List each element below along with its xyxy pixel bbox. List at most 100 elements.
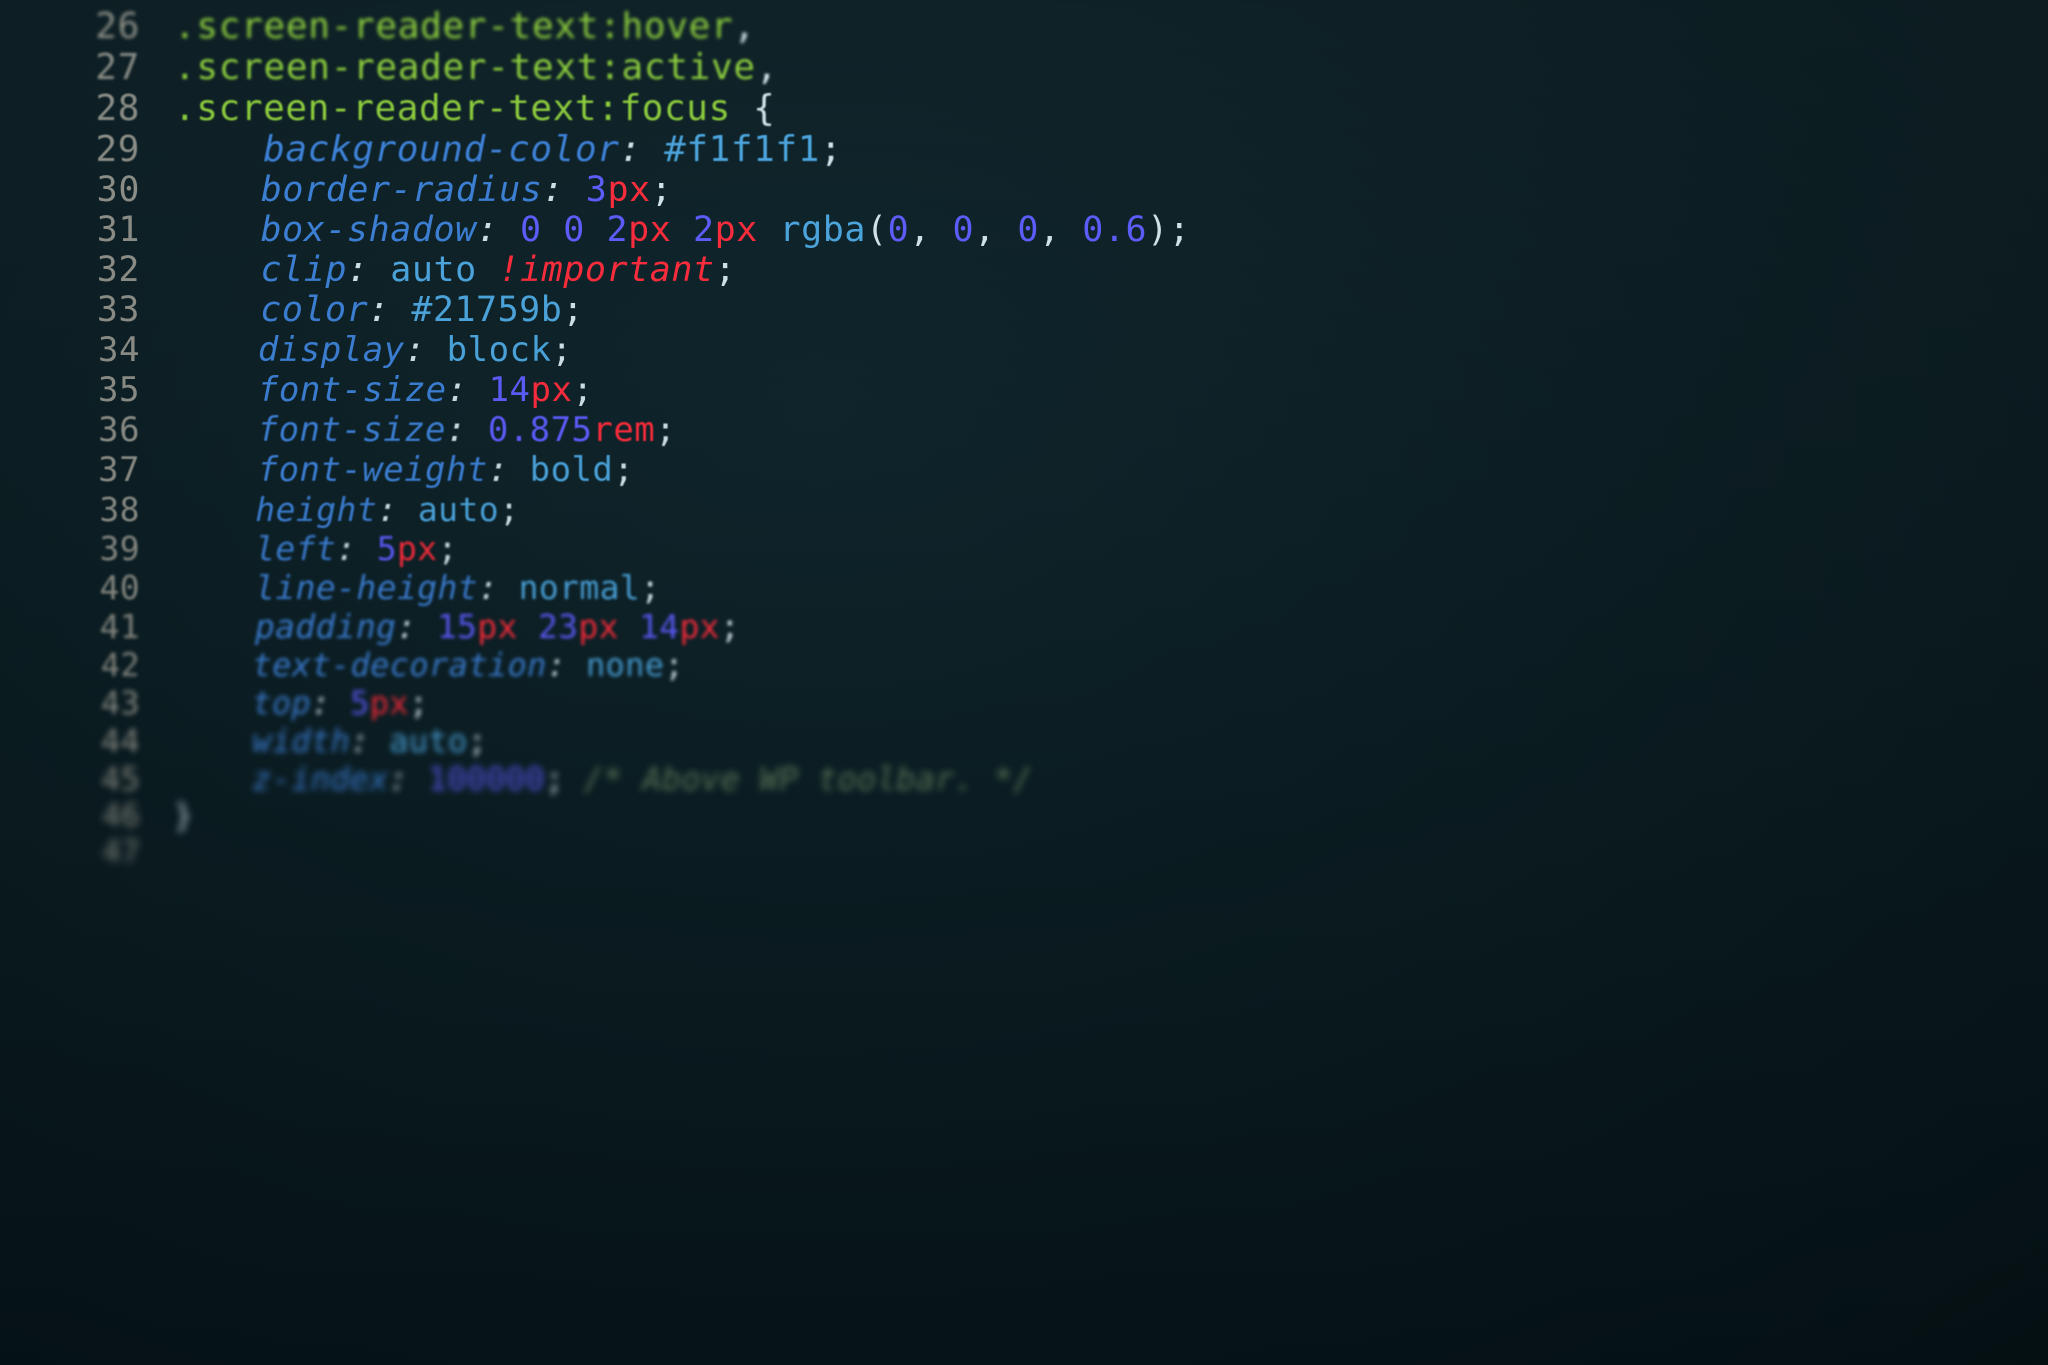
token-unit: px bbox=[477, 607, 517, 646]
line-number: 27 bbox=[0, 47, 174, 88]
token-num: 15 bbox=[437, 607, 477, 646]
token-val: bold bbox=[530, 450, 614, 490]
line-number: 38 bbox=[0, 490, 174, 529]
code-line[interactable]: 39 left: 5px; bbox=[0, 529, 2048, 568]
line-number: 37 bbox=[0, 450, 174, 490]
token-prop: display bbox=[258, 330, 405, 370]
token-space bbox=[518, 607, 538, 646]
line-number: 43 bbox=[0, 684, 174, 722]
code-content[interactable]: .screen-reader-text:focus { bbox=[174, 88, 2048, 129]
token-unit: rem bbox=[592, 410, 655, 450]
code-line[interactable]: 40 line-height: normal; bbox=[0, 568, 2048, 607]
line-number: 31 bbox=[0, 210, 174, 250]
code-line[interactable]: 38 height: auto; bbox=[0, 490, 2048, 529]
code-content[interactable]: box-shadow: 0 0 2px 2px rgba(0, 0, 0, 0.… bbox=[174, 210, 2048, 250]
token-prop: font-size bbox=[258, 410, 446, 450]
code-line[interactable]: 45 z-index: 100000; /* Above WP toolbar.… bbox=[0, 760, 2048, 798]
token-prop: border-radius bbox=[261, 170, 543, 210]
token-unit: px bbox=[679, 607, 719, 646]
code-content[interactable]: font-size: 14px; bbox=[174, 370, 2048, 410]
code-content[interactable]: line-height: normal; bbox=[174, 568, 2048, 607]
token-colon: : bbox=[447, 370, 489, 410]
code-content[interactable]: } bbox=[174, 798, 2048, 834]
token-colon: : bbox=[477, 210, 520, 250]
token-colon: : bbox=[405, 330, 447, 370]
code-line[interactable]: 37 font-weight: bold; bbox=[0, 450, 2048, 490]
code-line[interactable]: 35 font-size: 14px; bbox=[0, 370, 2048, 410]
code-content[interactable]: background-color: #f1f1f1; bbox=[174, 129, 2048, 170]
code-line[interactable]: 44 width: auto; bbox=[0, 722, 2048, 760]
token-prop: top bbox=[252, 684, 311, 722]
line-number: 47 bbox=[0, 834, 174, 870]
code-editor[interactable]: 26.screen-reader-text:hover,27.screen-re… bbox=[0, 0, 2048, 1365]
code-content[interactable]: text-decoration: none; bbox=[174, 646, 2048, 684]
token-punct: , bbox=[974, 210, 1017, 250]
code-content[interactable]: padding: 15px 23px 14px; bbox=[174, 607, 2048, 646]
code-line[interactable]: 36 font-size: 0.875rem; bbox=[0, 410, 2048, 450]
line-number: 46 bbox=[0, 798, 174, 834]
code-content[interactable]: display: block; bbox=[174, 330, 2048, 370]
token-val: normal bbox=[519, 568, 641, 607]
code-content[interactable]: font-weight: bold; bbox=[174, 450, 2048, 490]
token-sel: .screen-reader-text bbox=[174, 6, 599, 47]
token-prop: font-weight bbox=[258, 450, 488, 490]
code-line[interactable]: 26.screen-reader-text:hover, bbox=[0, 6, 2048, 47]
token-prop: text-decoration bbox=[252, 646, 546, 684]
token-colon: : bbox=[377, 490, 418, 529]
token-punct: ; bbox=[664, 646, 684, 684]
code-line[interactable]: 46} bbox=[0, 798, 2048, 834]
token-val: auto bbox=[389, 722, 467, 760]
token-num: 2 bbox=[693, 210, 715, 250]
token-val: #21759b bbox=[411, 290, 562, 330]
code-line[interactable]: 31 box-shadow: 0 0 2px 2px rgba(0, 0, 0,… bbox=[0, 210, 2048, 250]
token-punct: ; bbox=[655, 410, 676, 450]
code-line[interactable]: 32 clip: auto !important; bbox=[0, 250, 2048, 290]
code-content[interactable]: .screen-reader-text:hover, bbox=[174, 6, 2048, 47]
code-line[interactable]: 29 background-color: #f1f1f1; bbox=[0, 129, 2048, 170]
code-content[interactable]: height: auto; bbox=[174, 490, 2048, 529]
code-line[interactable]: 33 color: #21759b; bbox=[0, 290, 2048, 330]
token-num: 5 bbox=[350, 684, 370, 722]
code-line[interactable]: 43 top: 5px; bbox=[0, 684, 2048, 722]
token-punct: ; bbox=[613, 450, 634, 490]
token-prop: z-index bbox=[252, 760, 389, 798]
token-pseudo: :active bbox=[599, 47, 756, 88]
token-num: 0 bbox=[1017, 210, 1039, 250]
token-prop: background-color bbox=[263, 129, 619, 170]
code-content[interactable]: clip: auto !important; bbox=[174, 250, 2048, 290]
token-unit: px bbox=[715, 210, 758, 250]
code-content[interactable]: color: #21759b; bbox=[174, 290, 2048, 330]
code-content[interactable]: width: auto; bbox=[174, 722, 2048, 760]
code-line[interactable]: 42 text-decoration: none; bbox=[0, 646, 2048, 684]
token-prop: line-height bbox=[255, 568, 478, 607]
token-num: 0.875 bbox=[488, 410, 593, 450]
code-line[interactable]: 41 padding: 15px 23px 14px; bbox=[0, 607, 2048, 646]
token-fn: rgba bbox=[779, 210, 866, 250]
code-line[interactable]: 34 display: block; bbox=[0, 330, 2048, 370]
code-content[interactable]: border-radius: 3px; bbox=[174, 170, 2048, 210]
token-num: 0 bbox=[520, 210, 542, 250]
line-number: 41 bbox=[0, 607, 174, 646]
token-punct: ; bbox=[720, 607, 740, 646]
code-line[interactable]: 27.screen-reader-text:active, bbox=[0, 47, 2048, 88]
token-num: 0 bbox=[563, 210, 585, 250]
code-content[interactable]: .screen-reader-text:active, bbox=[174, 47, 2048, 88]
token-punct: ; bbox=[572, 370, 593, 410]
code-line[interactable]: 28.screen-reader-text:focus { bbox=[0, 88, 2048, 129]
token-prop: height bbox=[255, 490, 377, 529]
code-content[interactable]: font-size: 0.875rem; bbox=[174, 410, 2048, 450]
code-line[interactable]: 47 bbox=[0, 834, 2048, 870]
token-num: 0.6 bbox=[1082, 210, 1147, 250]
code-content[interactable]: left: 5px; bbox=[174, 529, 2048, 568]
token-colon: : bbox=[368, 290, 411, 330]
code-content[interactable]: z-index: 100000; /* Above WP toolbar. */ bbox=[174, 760, 2048, 798]
code-content[interactable]: top: 5px; bbox=[174, 684, 2048, 722]
line-number: 35 bbox=[0, 370, 174, 410]
token-punct: ; bbox=[651, 170, 673, 210]
token-num: 3 bbox=[586, 170, 608, 210]
token-brace: } bbox=[174, 798, 193, 834]
code-line[interactable]: 30 border-radius: 3px; bbox=[0, 170, 2048, 210]
token-brace: { bbox=[753, 88, 775, 129]
line-number: 34 bbox=[0, 330, 174, 370]
token-colon: : bbox=[488, 450, 530, 490]
